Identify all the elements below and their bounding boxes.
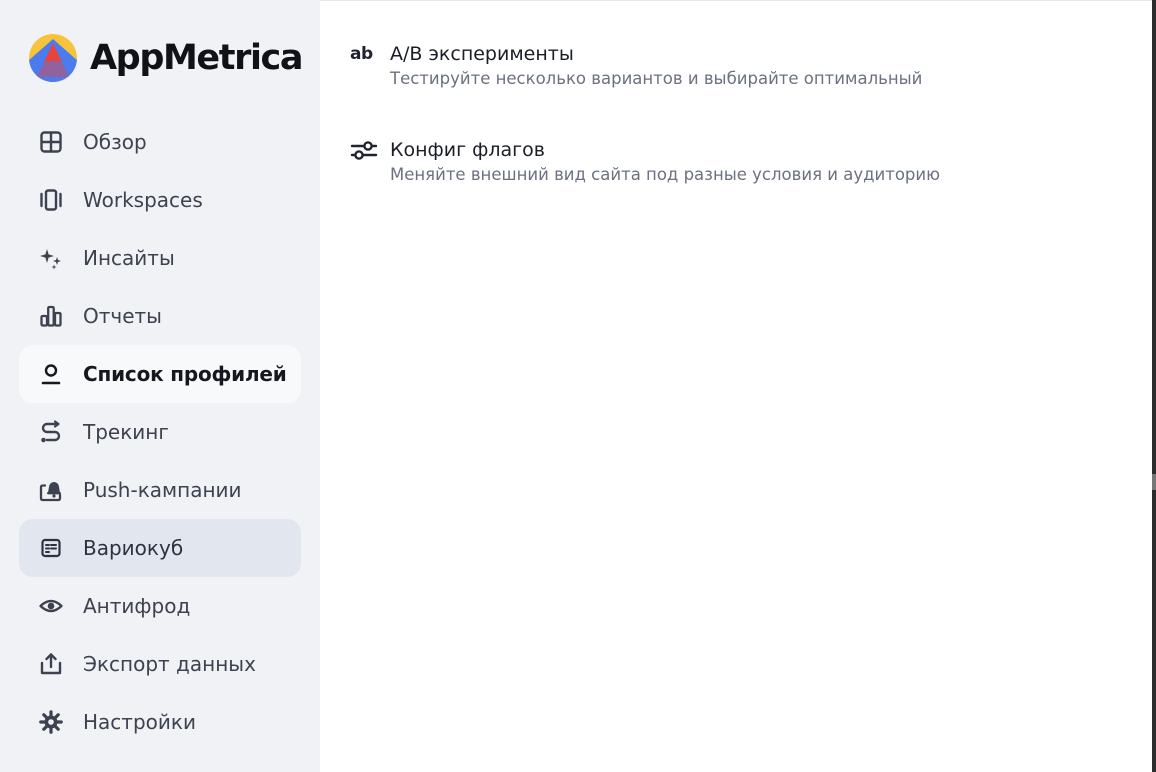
ab-icon: ab <box>350 42 378 66</box>
sidebar: AppMetrica Обзор Workspaces Инсайты Отче… <box>0 0 320 772</box>
sidebar-item-push[interactable]: Push-кампании <box>19 461 301 519</box>
sidebar-item-label: Трекинг <box>83 420 169 444</box>
app-name: AppMetrica <box>90 37 304 78</box>
grid-icon <box>38 129 64 155</box>
sidebar-item-label: Инсайты <box>83 246 175 270</box>
user-icon <box>38 361 64 387</box>
bar-chart-icon <box>38 303 64 329</box>
export-icon <box>38 651 64 677</box>
eye-icon <box>38 593 64 619</box>
gear-icon <box>38 709 64 735</box>
sidebar-item-varioqub[interactable]: Вариокуб <box>19 519 301 577</box>
sparkles-icon <box>38 245 64 271</box>
flags-config-title: Конфиг флагов <box>390 139 545 161</box>
ab-experiments-title: A/B эксперименты <box>390 43 574 65</box>
sidebar-item-label: Workspaces <box>83 188 203 212</box>
sidebar-item-export[interactable]: Экспорт данных <box>19 635 301 693</box>
sidebar-item-insights[interactable]: Инсайты <box>19 229 301 287</box>
ab-experiments-link[interactable]: ab A/B эксперименты Тестируйте несколько… <box>350 41 1110 88</box>
sidebar-item-antifraud[interactable]: Антифрод <box>19 577 301 635</box>
appmetrica-logo-icon <box>29 34 77 82</box>
varioqub-icon <box>38 535 64 561</box>
ab-icon-text: ab <box>350 43 373 64</box>
route-icon <box>38 419 64 445</box>
sidebar-item-label: Push-кампании <box>83 478 242 502</box>
window-edge-notch <box>1152 474 1156 490</box>
sidebar-item-label: Настройки <box>83 710 196 734</box>
sidebar-item-workspaces[interactable]: Workspaces <box>19 171 301 229</box>
flags-config-header: Конфиг флагов <box>350 137 1110 163</box>
sidebar-nav: Обзор Workspaces Инсайты Отчеты Список п <box>19 113 301 751</box>
sidebar-item-settings[interactable]: Настройки <box>19 693 301 751</box>
sidebar-item-reports[interactable]: Отчеты <box>19 287 301 345</box>
sidebar-item-label: Отчеты <box>83 304 162 328</box>
bell-icon <box>38 477 64 503</box>
ab-experiments-description: Тестируйте несколько вариантов и выбирай… <box>390 69 923 88</box>
ab-experiments-header: ab A/B эксперименты <box>350 41 1110 67</box>
app-logo[interactable]: AppMetrica <box>28 32 304 84</box>
sidebar-item-profiles[interactable]: Список профилей <box>19 345 301 403</box>
sidebar-item-label: Вариокуб <box>83 536 184 560</box>
window-edge <box>1152 0 1156 772</box>
sidebar-item-label: Антифрод <box>83 594 191 618</box>
sidebar-item-overview[interactable]: Обзор <box>19 113 301 171</box>
varioqub-menu-panel: ab A/B эксперименты Тестируйте несколько… <box>320 0 1152 772</box>
sidebar-item-label: Экспорт данных <box>83 652 256 676</box>
carousel-icon <box>38 187 64 213</box>
sidebar-item-label: Список профилей <box>83 362 287 386</box>
sidebar-item-label: Обзор <box>83 130 147 154</box>
sliders-icon <box>350 138 378 162</box>
sidebar-item-tracking[interactable]: Трекинг <box>19 403 301 461</box>
flags-config-link[interactable]: Конфиг флагов Меняйте внешний вид сайта … <box>350 137 1110 184</box>
flags-config-description: Меняйте внешний вид сайта под разные усл… <box>390 165 941 184</box>
